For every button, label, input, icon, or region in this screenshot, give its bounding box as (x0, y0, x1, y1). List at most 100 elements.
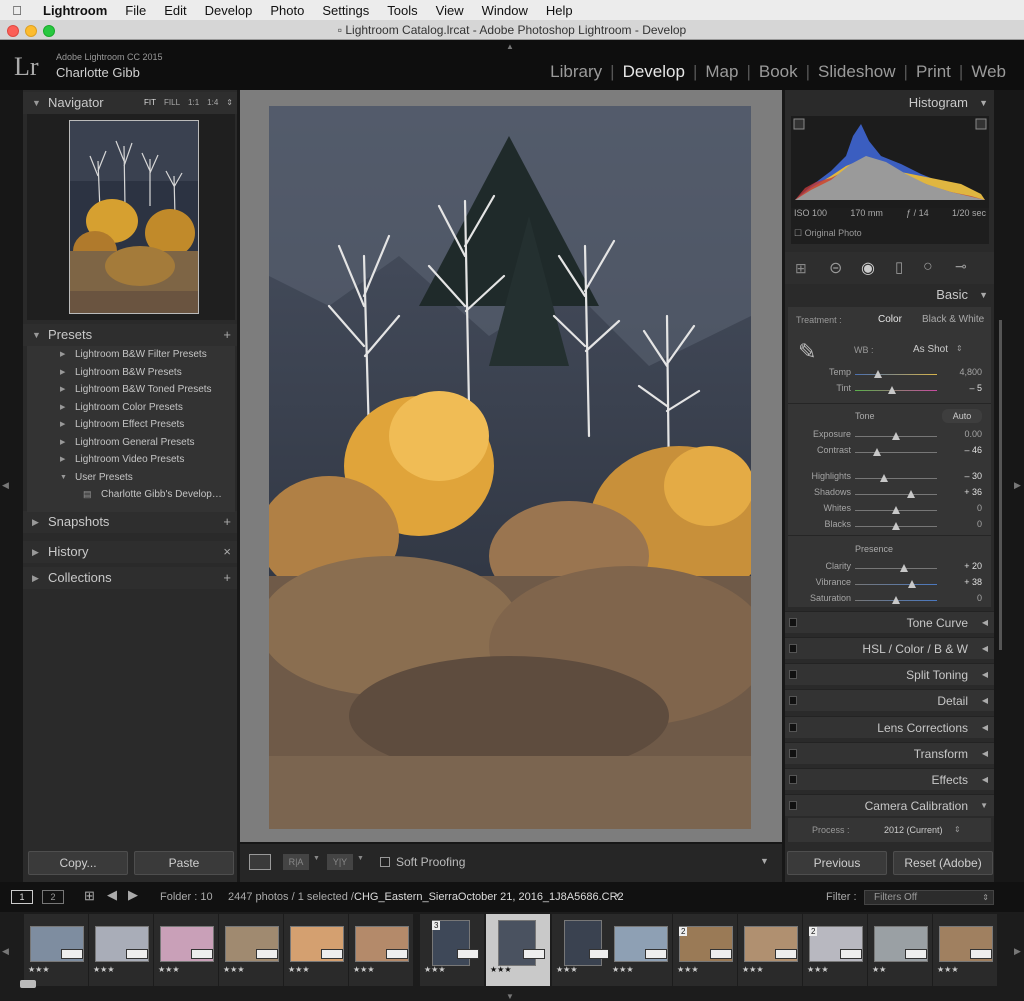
star-rating[interactable]: ★★★ (223, 965, 245, 974)
presets-header[interactable]: ▼ Presets + (23, 324, 237, 346)
panel-switch-icon[interactable] (789, 670, 797, 679)
filmstrip-scrollbar-thumb[interactable] (20, 980, 36, 988)
histogram-header[interactable]: Histogram ▼ (785, 92, 994, 114)
filmstrip-thumbnail[interactable]: ★★★ (738, 914, 802, 986)
collections-header[interactable]: ▶ Collections + (23, 567, 237, 589)
slider-value[interactable]: + 20 (964, 561, 982, 571)
menu-tools[interactable]: Tools (378, 3, 426, 18)
preset-folder[interactable]: ▶ Lightroom Color Presets (27, 399, 235, 417)
slider-highlights[interactable]: Highlights – 30 (785, 471, 994, 486)
filmstrip-thumbnail[interactable]: ★★★ (219, 914, 283, 986)
slider-thumb[interactable] (873, 448, 882, 456)
auto-tone-button[interactable]: Auto (942, 409, 982, 423)
slider-track[interactable] (855, 494, 937, 495)
star-rating[interactable]: ★★★ (556, 965, 578, 974)
slider-thumb[interactable] (892, 522, 900, 530)
star-rating[interactable]: ★★★ (677, 965, 699, 974)
menu-settings[interactable]: Settings (313, 3, 378, 18)
filmstrip-thumbnail[interactable]: 2 ★★★ (673, 914, 737, 986)
red-eye-icon[interactable]: ◉ (861, 258, 875, 278)
minimize-window-button[interactable] (25, 25, 37, 37)
slider-thumb[interactable] (873, 370, 882, 378)
menu-file[interactable]: File (116, 3, 155, 18)
preset-folder[interactable]: ▶ Lightroom Video Presets (27, 451, 235, 469)
star-rating[interactable]: ★★★ (612, 965, 634, 974)
slider-vibrance[interactable]: Vibrance + 38 (785, 577, 994, 592)
panel-switch-icon[interactable] (789, 644, 797, 653)
filmstrip-thumbnail[interactable]: ★★★ (284, 914, 348, 986)
slider-value[interactable]: 0 (977, 503, 982, 513)
slider-track[interactable] (855, 478, 937, 479)
panel-detail[interactable]: Detail ◀ (785, 689, 994, 711)
soft-proofing-checkbox[interactable] (380, 857, 390, 867)
slider-thumb[interactable] (892, 506, 900, 514)
module-print[interactable]: Print (908, 62, 959, 82)
original-photo-row[interactable]: ☐ Original Photo (794, 228, 862, 239)
right-panel-scrollbar[interactable] (999, 320, 1002, 650)
history-header[interactable]: ▶ History × (23, 541, 237, 563)
slider-value[interactable]: + 36 (964, 487, 982, 497)
slider-thumb[interactable] (892, 432, 900, 440)
zoom-stepper-icon[interactable]: ⇕ (226, 92, 233, 114)
add-preset-icon[interactable]: + (223, 324, 231, 346)
menu-help[interactable]: Help (537, 3, 582, 18)
star-rating[interactable]: ★★★ (28, 965, 50, 974)
panel-camera-calibration[interactable]: Camera Calibration ▼ (785, 794, 994, 816)
zoom-fill[interactable]: FILL (164, 92, 180, 114)
wb-value[interactable]: As Shot (913, 344, 948, 355)
original-photo-checkbox[interactable]: ☐ (794, 228, 802, 238)
filmstrip-thumbnail[interactable]: ★★★ (608, 914, 672, 986)
filmstrip-thumbnail[interactable]: ★★★ (933, 914, 997, 986)
paste-button[interactable]: Paste (134, 851, 234, 875)
navigator-header[interactable]: ▼ Navigator FIT FILL 1:1 1:4 ⇕ (23, 92, 237, 114)
slider-thumb[interactable] (879, 474, 888, 482)
back-arrow-icon[interactable]: ◀ (107, 887, 117, 903)
slider-value[interactable]: 0 (977, 519, 982, 529)
slider-whites[interactable]: Whites 0 (785, 503, 994, 518)
preset-folder-user[interactable]: ▼ User Presets (27, 469, 235, 487)
slider-value[interactable]: 0 (977, 593, 982, 603)
star-rating[interactable]: ★★★ (424, 965, 446, 974)
slider-clarity[interactable]: Clarity + 20 (785, 561, 994, 576)
treatment-color[interactable]: Color (878, 314, 902, 325)
filmstrip-thumbnail[interactable]: 2 ★★★ (803, 914, 867, 986)
filmstrip-thumbnail[interactable]: ★★★ (154, 914, 218, 986)
preset-item[interactable]: ▤ Charlotte Gibb's Develop… (27, 486, 235, 504)
filmstrip-thumbnail[interactable]: ★★★ (552, 914, 616, 986)
menu-develop[interactable]: Develop (196, 3, 262, 18)
previous-button[interactable]: Previous (787, 851, 887, 875)
module-book[interactable]: Book (751, 62, 806, 82)
module-web[interactable]: Web (963, 62, 1014, 82)
loupe-view-icon[interactable] (249, 854, 271, 870)
preset-folder[interactable]: ▶ Lightroom Effect Presets (27, 416, 235, 434)
add-collection-icon[interactable]: + (223, 567, 231, 589)
star-rating[interactable]: ★★★ (490, 965, 512, 974)
module-library[interactable]: Library (542, 62, 610, 82)
slider-temp[interactable]: Temp 4,800 (785, 367, 994, 382)
folder-label[interactable]: Folder : 10 (160, 891, 213, 903)
forward-arrow-icon[interactable]: ▶ (128, 887, 138, 903)
monitor-2-button[interactable]: 2 (42, 890, 64, 904)
zoom-window-button[interactable] (43, 25, 55, 37)
slider-thumb[interactable] (887, 386, 896, 394)
star-rating[interactable]: ★★★ (288, 965, 310, 974)
spot-removal-icon[interactable]: ⊝ (829, 258, 842, 278)
main-photo[interactable] (269, 106, 751, 829)
grid-view-icon[interactable]: ⊞ (84, 888, 95, 904)
preset-folder[interactable]: ▶ Lightroom B&W Filter Presets (27, 346, 235, 364)
filmstrip-right-arrow-icon[interactable]: ▶ (1014, 946, 1021, 957)
collapse-left-arrow-icon[interactable]: ◀ (2, 480, 9, 491)
monitor-1-button[interactable]: 1 (11, 890, 33, 904)
panel-switch-icon[interactable] (789, 801, 797, 810)
star-rating[interactable]: ★★★ (742, 965, 764, 974)
filmstrip-thumbnail[interactable]: 3 ★★★ (420, 914, 484, 986)
slider-tint[interactable]: Tint – 5 (785, 383, 994, 398)
panel-split-toning[interactable]: Split Toning ◀ (785, 663, 994, 685)
filmstrip-thumbnail[interactable]: ★★★ (486, 914, 550, 986)
clear-history-icon[interactable]: × (223, 541, 231, 563)
filmstrip-thumbnail[interactable]: ★★★ (89, 914, 153, 986)
panel-switch-icon[interactable] (789, 723, 797, 732)
menu-app[interactable]: Lightroom (34, 3, 116, 18)
histogram[interactable]: ISO 100 170 mm ƒ / 14 1/20 sec ☐ Origina… (791, 116, 989, 244)
wb-dropdown-icon[interactable]: ⇕ (956, 344, 963, 353)
